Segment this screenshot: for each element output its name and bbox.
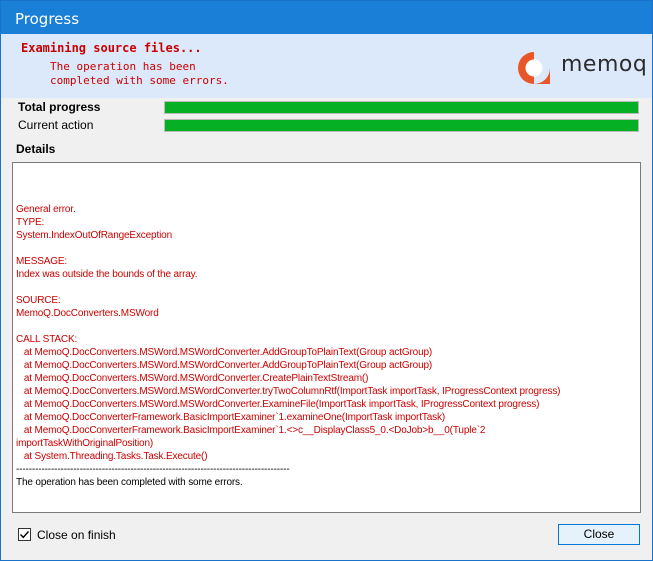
log-line: MemoQ.DocConverters.MSWord <box>16 308 159 319</box>
checkbox-box[interactable] <box>18 528 31 541</box>
title-bar[interactable]: Progress <box>1 1 652 34</box>
memoq-logo-icon <box>518 52 550 84</box>
close-on-finish-label: Close on finish <box>37 528 116 542</box>
log-line: TYPE: <box>16 217 45 228</box>
log-line: importTaskWithOriginalPosition) <box>16 438 154 449</box>
status-header: Examining source files... The operation … <box>1 34 652 98</box>
progress-dialog: Progress Examining source files... The o… <box>0 0 653 561</box>
log-line: ----------------------------------------… <box>16 464 290 475</box>
log-line: Index was outside the bounds of the arra… <box>16 269 198 280</box>
close-button[interactable]: Close <box>558 524 640 545</box>
total-progress-fill <box>165 102 638 113</box>
memoq-logo-text: memoq <box>561 52 648 77</box>
log-line: at MemoQ.DocConverterFramework.BasicImpo… <box>16 412 445 423</box>
window-title: Progress <box>15 10 80 28</box>
log-line: SOURCE: <box>16 295 61 306</box>
log-line: System.IndexOutOfRangeException <box>16 230 172 241</box>
log-line: at MemoQ.DocConverters.MSWord.MSWordConv… <box>16 347 433 358</box>
log-line: MESSAGE: <box>16 256 68 267</box>
log-line: at System.Threading.Tasks.Task.Execute() <box>16 451 208 462</box>
log-line: CALL STACK: <box>16 334 78 345</box>
details-log-lines: General error. TYPE: System.IndexOutOfRang… <box>16 190 561 489</box>
log-line: at MemoQ.DocConverters.MSWord.MSWordConv… <box>16 373 369 384</box>
checkmark-icon <box>20 531 30 539</box>
log-line: at MemoQ.DocConverters.MSWord.MSWordConv… <box>16 360 433 371</box>
details-label: Details <box>16 142 56 156</box>
total-progress-label: Total progress <box>18 100 101 114</box>
current-action-fill <box>165 120 638 131</box>
log-line: The operation has been completed with so… <box>16 477 243 488</box>
current-action-label: Current action <box>18 118 94 132</box>
log-line: General error. <box>16 204 76 215</box>
log-line: at MemoQ.DocConverters.MSWord.MSWordConv… <box>16 399 540 410</box>
current-action-bar <box>164 119 639 132</box>
log-line: at MemoQ.DocConverters.MSWord.MSWordConv… <box>16 386 561 397</box>
details-log[interactable]: General error. TYPE: System.IndexOutOfRang… <box>12 162 641 513</box>
status-title: Examining source files... <box>21 41 202 55</box>
status-message: The operation has been completed with so… <box>50 60 229 87</box>
log-line: at MemoQ.DocConverterFramework.BasicImpo… <box>16 425 486 436</box>
total-progress-bar <box>164 101 639 114</box>
